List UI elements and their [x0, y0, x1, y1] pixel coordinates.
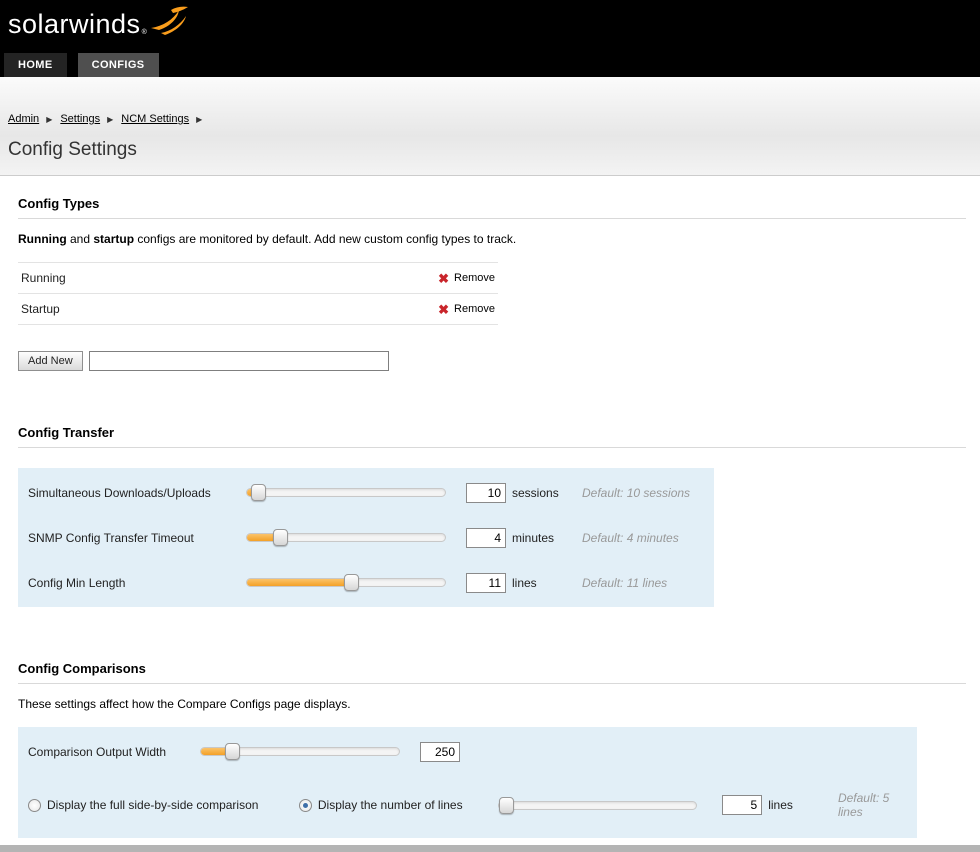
slider-handle[interactable] — [343, 574, 359, 591]
config-type-name: Startup — [21, 302, 60, 316]
remove-running-button[interactable]: ✖ Remove — [438, 272, 495, 285]
remove-x-icon: ✖ — [438, 270, 450, 286]
slider-handle[interactable] — [224, 743, 240, 760]
add-new-row: Add New — [18, 351, 966, 371]
transfer-row-snmp-timeout: SNMP Config Transfer Timeout minutes Def… — [18, 515, 714, 560]
output-width-value-input[interactable] — [420, 741, 460, 762]
comparison-width-row: Comparison Output Width — [18, 729, 917, 774]
top-bar: solarwinds ® HOME CONFIGS — [0, 0, 980, 77]
solarwinds-flame-icon — [149, 4, 189, 41]
default-value-label: Default: 5 lines — [837, 791, 890, 819]
config-comparisons-panel: Comparison Output Width Display the full… — [18, 727, 917, 838]
breadcrumb-arrow-icon: ▶ — [196, 114, 203, 124]
number-of-lines-value-input[interactable] — [722, 795, 763, 815]
config-types-description: Running and startup configs are monitore… — [18, 232, 966, 246]
breadcrumb-admin[interactable]: Admin — [8, 113, 39, 125]
slider-handle[interactable] — [498, 796, 514, 814]
bottom-gray-bar — [0, 845, 980, 852]
config-transfer-panel: Simultaneous Downloads/Uploads sessions … — [18, 468, 714, 607]
logo-registered-mark: ® — [141, 29, 147, 36]
main-content: Config Types Running and startup configs… — [0, 176, 980, 838]
display-mode-row: Display the full side-by-side comparison… — [18, 774, 917, 836]
default-value-label: Default: 11 lines — [582, 575, 668, 590]
snmp-timeout-slider[interactable] — [246, 529, 446, 546]
section-config-comparisons: Config Comparisons These settings affect… — [18, 641, 966, 838]
unit-label: lines — [512, 575, 537, 590]
remove-label: Remove — [454, 272, 495, 284]
row-label: Comparison Output Width — [28, 744, 167, 759]
transfer-row-min-length: Config Min Length lines Default: 11 line… — [18, 560, 714, 605]
desc-bold-running: Running — [18, 232, 67, 246]
new-config-type-input[interactable] — [88, 351, 389, 371]
config-comparisons-description: These settings affect how the Compare Co… — [18, 697, 351, 711]
radio-option-number-of-lines[interactable]: Display the number of lines — [298, 798, 498, 812]
config-transfer-heading: Config Transfer — [18, 405, 966, 448]
downloads-value-input[interactable] — [466, 482, 506, 503]
table-row: Startup ✖ Remove — [18, 294, 498, 325]
breadcrumb-ncm-settings[interactable]: NCM Settings — [121, 113, 189, 125]
add-new-button[interactable]: Add New — [18, 351, 83, 371]
radio-button-icon[interactable] — [28, 798, 41, 812]
solarwinds-logo: solarwinds ® — [0, 0, 980, 41]
slider-handle[interactable] — [250, 484, 266, 501]
snmp-timeout-value-input[interactable] — [466, 527, 506, 548]
config-types-heading: Config Types — [18, 176, 966, 219]
min-length-value-input[interactable] — [466, 572, 506, 593]
radio-button-icon[interactable] — [298, 798, 312, 812]
radio-label: Display the number of lines — [317, 798, 463, 812]
config-types-table: Running ✖ Remove Startup ✖ Remove — [18, 262, 498, 325]
output-width-slider[interactable] — [200, 743, 400, 760]
tab-home[interactable]: HOME — [4, 53, 67, 77]
sub-header: Admin ▶ Settings ▶ NCM Settings ▶ Config… — [0, 77, 980, 176]
main-nav-tabs: HOME CONFIGS — [4, 53, 159, 77]
section-config-types: Config Types Running and startup configs… — [18, 176, 966, 371]
section-config-transfer: Config Transfer Simultaneous Downloads/U… — [18, 405, 966, 607]
breadcrumb-arrow-icon: ▶ — [107, 114, 114, 124]
unit-label: minutes — [512, 530, 555, 545]
breadcrumb-arrow-icon: ▶ — [46, 114, 53, 124]
slider-handle[interactable] — [272, 529, 288, 546]
radio-label: Display the full side-by-side comparison — [47, 798, 259, 812]
desc-rest: configs are monitored by default. Add ne… — [134, 232, 517, 246]
config-type-name: Running — [21, 271, 66, 285]
breadcrumb-settings[interactable]: Settings — [60, 113, 100, 125]
logo-text: solarwinds — [8, 9, 141, 39]
remove-label: Remove — [454, 303, 495, 315]
downloads-slider[interactable] — [246, 484, 446, 501]
default-value-label: Default: 10 sessions — [582, 485, 691, 500]
remove-startup-button[interactable]: ✖ Remove — [438, 303, 495, 316]
tab-configs[interactable]: CONFIGS — [77, 53, 159, 77]
unit-label: lines — [768, 798, 793, 812]
row-label: SNMP Config Transfer Timeout — [28, 530, 194, 545]
radio-option-full-comparison[interactable]: Display the full side-by-side comparison — [28, 798, 299, 812]
breadcrumb: Admin ▶ Settings ▶ NCM Settings ▶ — [8, 113, 980, 125]
number-of-lines-slider[interactable] — [498, 796, 698, 814]
page-title: Config Settings — [8, 139, 137, 160]
remove-x-icon: ✖ — [438, 301, 450, 317]
transfer-row-downloads: Simultaneous Downloads/Uploads sessions … — [18, 470, 714, 515]
row-label: Config Min Length — [28, 575, 126, 590]
row-label: Simultaneous Downloads/Uploads — [28, 485, 211, 500]
slider-fill — [247, 579, 352, 586]
desc-mid: and — [66, 232, 94, 246]
desc-bold-startup: startup — [93, 232, 135, 246]
config-comparisons-heading: Config Comparisons — [18, 641, 966, 684]
min-length-slider[interactable] — [246, 574, 446, 591]
table-row: Running ✖ Remove — [18, 262, 498, 294]
default-value-label: Default: 4 minutes — [582, 530, 679, 545]
unit-label: sessions — [512, 485, 559, 500]
